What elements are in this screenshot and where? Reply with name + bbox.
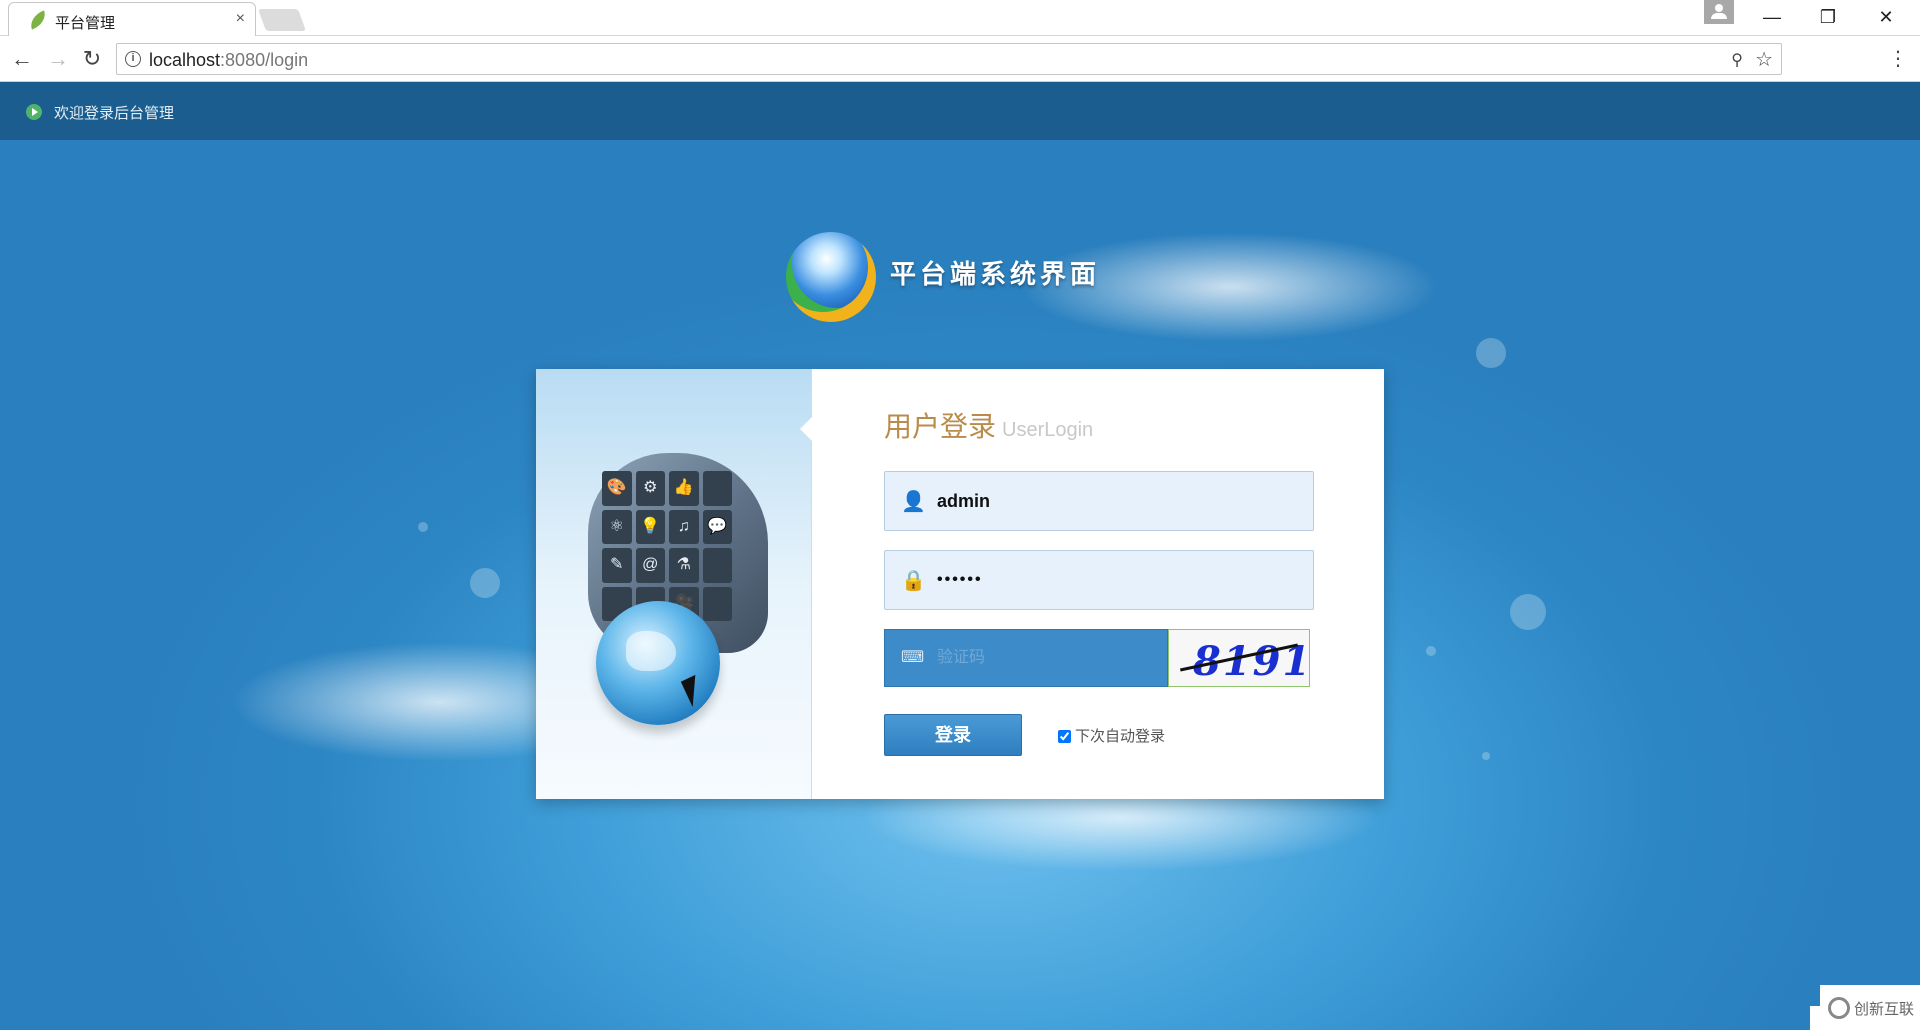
close-window-button[interactable]: ✕	[1866, 4, 1906, 30]
watermark-logo-icon	[1828, 997, 1850, 1019]
login-page: 欢迎登录后台管理 平台端系统界面 🎨 ⚙ 👍 ⚛ 💡 ♫ 💬 ✎ @ ⚗ 🎥 用…	[0, 82, 1920, 1030]
thumbs-up-icon: 👍	[669, 471, 699, 506]
system-title: 平台端系统界面	[890, 259, 1101, 289]
bokeh-decoration	[418, 522, 428, 532]
watermark-text: 创新互联	[1854, 1001, 1915, 1018]
chat-bubble-icon: 💬	[702, 509, 732, 544]
keyboard-icon: ⌨	[901, 649, 925, 666]
browser-tab[interactable]: 平台管理 ×	[8, 2, 256, 36]
address-bar[interactable]: i localhost:8080/login ⚲ ☆	[116, 43, 1782, 75]
lock-icon: 🔒	[901, 570, 926, 592]
bokeh-decoration	[1476, 338, 1506, 368]
captcha-field[interactable]: ⌨	[884, 629, 1168, 687]
remember-checkbox[interactable]	[1058, 730, 1071, 743]
password-input[interactable]	[937, 565, 1297, 595]
tab-title: 平台管理	[55, 15, 116, 32]
key-icon[interactable]: ⚲	[1731, 50, 1743, 70]
url-text[interactable]: localhost:8080/login	[149, 50, 308, 71]
browser-menu-icon[interactable]: ⋮	[1888, 46, 1908, 71]
welcome-text: 欢迎登录后台管理	[54, 105, 175, 122]
top-bar: 欢迎登录后台管理	[0, 82, 1920, 140]
minimize-button[interactable]: —	[1752, 4, 1792, 30]
shelf-cell	[702, 548, 732, 583]
captcha-image[interactable]: 8191	[1168, 629, 1310, 687]
leaf-icon	[27, 10, 49, 30]
pencil-icon: ✎	[602, 548, 632, 583]
at-sign-icon: @	[635, 548, 665, 583]
remember-label: 下次自动登录	[1075, 728, 1166, 745]
watermark: 创新互联	[1820, 985, 1920, 1030]
shelf-cell	[702, 471, 732, 506]
logo-globe-icon	[786, 232, 876, 322]
bokeh-decoration	[470, 568, 500, 598]
forward-button[interactable]: →	[44, 45, 72, 73]
login-title: 用户登录 UserLogin	[884, 405, 1093, 445]
microscope-icon: ⚗	[669, 548, 699, 583]
login-title-cn: 用户登录	[884, 411, 997, 442]
url-path: :8080/login	[220, 50, 309, 70]
browser-tabstrip: 平台管理 × — ❐ ✕	[0, 0, 1920, 36]
login-button[interactable]: 登录	[884, 714, 1022, 756]
captcha-input[interactable]	[937, 644, 1157, 672]
shelf-cell	[702, 586, 732, 621]
profile-icon[interactable]	[1704, 0, 1734, 24]
card-illustration-panel: 🎨 ⚙ 👍 ⚛ 💡 ♫ 💬 ✎ @ ⚗ 🎥	[536, 369, 812, 799]
new-tab-button[interactable]	[257, 9, 307, 31]
bokeh-decoration	[1482, 752, 1490, 760]
captcha-row: ⌨ 8191	[884, 629, 1314, 687]
remember-me[interactable]: 下次自动登录	[1058, 725, 1165, 746]
bokeh-decoration	[1510, 594, 1546, 630]
username-field[interactable]: 👤	[884, 471, 1314, 531]
play-icon	[26, 104, 42, 120]
earth-globe-icon	[596, 601, 720, 725]
login-card: 🎨 ⚙ 👍 ⚛ 💡 ♫ 💬 ✎ @ ⚗ 🎥 用户登录 UserLogin 👤 a…	[536, 369, 1384, 799]
back-button[interactable]: ←	[8, 45, 36, 73]
bookmark-star-icon[interactable]: ☆	[1755, 47, 1773, 72]
palette-icon: 🎨	[602, 471, 632, 506]
bokeh-decoration	[1426, 646, 1436, 656]
tab-close-icon[interactable]: ×	[236, 10, 245, 28]
login-title-en: UserLogin	[1002, 419, 1094, 441]
head-icon-grid: 🎨 ⚙ 👍 ⚛ 💡 ♫ 💬 ✎ @ ⚗ 🎥	[602, 471, 732, 621]
url-host: localhost	[149, 50, 221, 70]
restore-button[interactable]: ❐	[1808, 4, 1848, 30]
username-input[interactable]	[937, 486, 1297, 516]
lightbulb-icon: 💡	[635, 509, 665, 544]
music-note-icon: ♫	[669, 509, 699, 544]
info-icon[interactable]: i	[125, 51, 141, 67]
user-icon: 👤	[901, 491, 926, 513]
gears-icon: ⚙	[635, 471, 665, 506]
reload-button[interactable]: ↻	[78, 45, 106, 73]
atom-icon: ⚛	[602, 509, 632, 544]
password-field[interactable]: 🔒	[884, 550, 1314, 610]
panel-notch	[800, 417, 812, 441]
browser-toolbar: ← → ↻ i localhost:8080/login ⚲ ☆ ⋮	[0, 37, 1920, 82]
